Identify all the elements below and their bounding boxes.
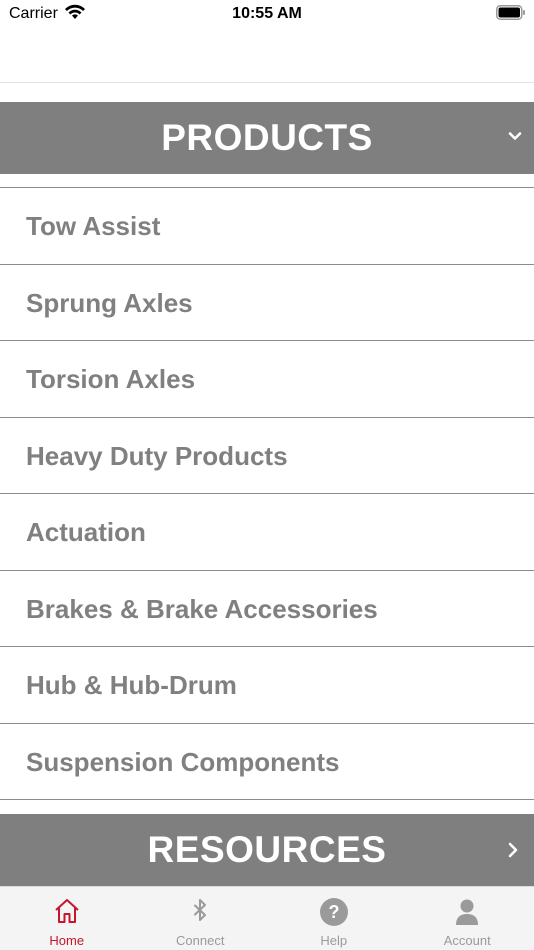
tab-label: Home xyxy=(49,933,85,948)
list-item-label: Hub & Hub-Drum xyxy=(26,670,237,700)
list-item-label: Heavy Duty Products xyxy=(26,440,288,471)
status-bar: Carrier 10:55 AM xyxy=(0,0,534,30)
products-section-title: PRODUCTS xyxy=(161,117,373,158)
list-item-brakes[interactable]: Brakes & Brake Accessories xyxy=(0,571,534,647)
bluetooth-icon xyxy=(194,899,207,921)
tab-account[interactable]: Account xyxy=(401,887,534,950)
list-item-heavy-duty-products[interactable]: Heavy Duty Products xyxy=(0,418,534,494)
list-item-suspension-components[interactable]: Suspension Components xyxy=(0,724,534,800)
list-item-label: Tow Assist xyxy=(26,211,161,241)
list-item-hub-drum[interactable]: Hub & Hub-Drum xyxy=(0,647,534,724)
product-list: Tow Assist Sprung Axles Torsion Axles He… xyxy=(0,187,534,800)
list-item-label: Torsion Axles xyxy=(26,364,196,394)
chevron-down-icon xyxy=(508,132,522,140)
list-item-label: Suspension Components xyxy=(26,746,340,777)
chevron-right-icon xyxy=(508,842,518,858)
account-icon xyxy=(456,899,479,925)
list-item-label: Brakes & Brake Accessories xyxy=(26,593,378,624)
list-item-tow-assist[interactable]: Tow Assist xyxy=(0,188,534,265)
home-icon xyxy=(55,899,79,923)
nav-divider xyxy=(0,82,534,83)
list-item-label: Sprung Axles xyxy=(26,287,193,318)
help-icon: ? xyxy=(319,898,348,926)
tab-connect[interactable]: Connect xyxy=(134,887,268,950)
tab-label: Connect xyxy=(176,933,225,948)
status-time: 10:55 AM xyxy=(232,5,302,22)
tab-label: Account xyxy=(443,933,491,948)
tab-home[interactable]: Home xyxy=(0,887,134,950)
tab-bar: Home Connect ? Help Account xyxy=(0,886,534,950)
resources-section-header[interactable]: RESOURCES xyxy=(0,814,534,886)
tab-help[interactable]: ? Help xyxy=(267,887,401,950)
tab-label: Help xyxy=(320,933,348,948)
products-section-header[interactable]: PRODUCTS xyxy=(0,102,534,174)
list-item-torsion-axles[interactable]: Torsion Axles xyxy=(0,341,534,418)
list-item-actuation[interactable]: Actuation xyxy=(0,494,534,571)
list-item-sprung-axles[interactable]: Sprung Axles xyxy=(0,265,534,341)
resources-section-title: RESOURCES xyxy=(147,829,387,870)
battery-icon xyxy=(496,5,525,20)
svg-text:?: ? xyxy=(328,902,339,922)
list-item-label: Actuation xyxy=(26,517,146,547)
